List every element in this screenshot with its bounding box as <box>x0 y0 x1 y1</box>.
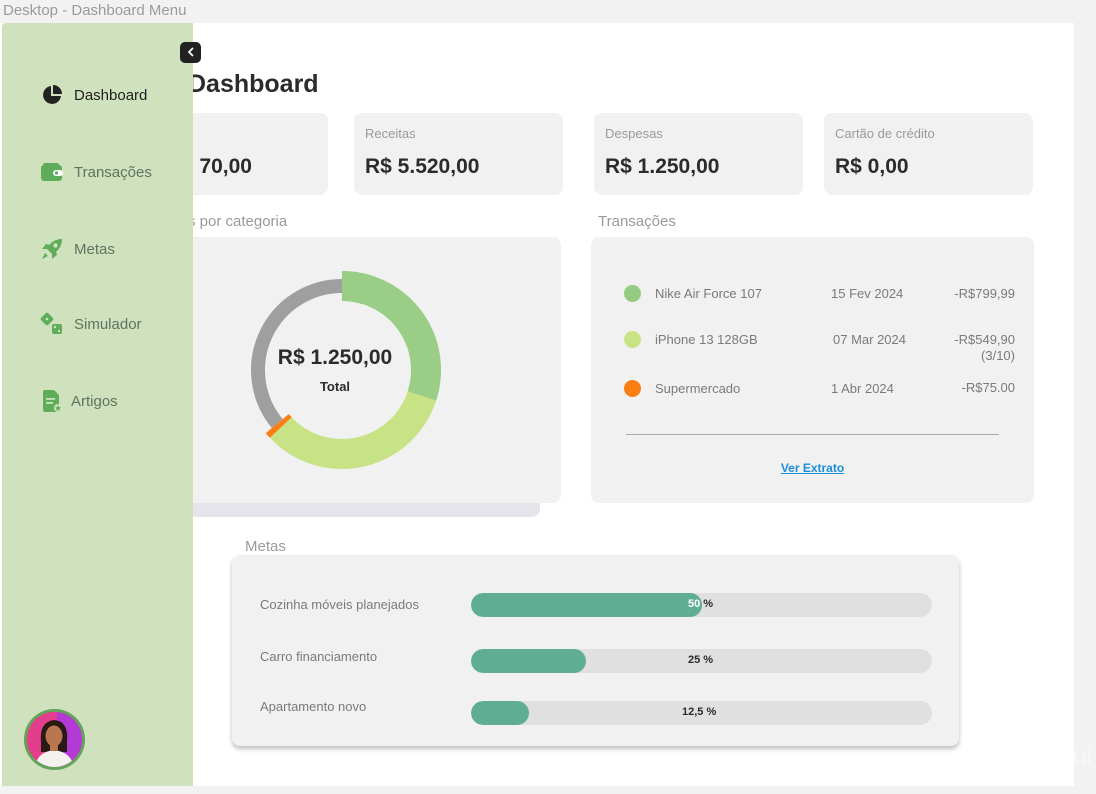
transaction-amount: -R$75.00 <box>962 380 1015 396</box>
goal-label: Carro financiamento <box>260 649 378 664</box>
summary-card-label: Despesas <box>605 126 663 141</box>
transaction-name: Nike Air Force 107 <box>655 286 762 301</box>
frame-label: Desktop - Dashboard Menu <box>3 2 187 19</box>
sidebar-item-transacoes[interactable]: Transações <box>40 158 152 186</box>
view-statement-link[interactable]: Ver Extrato <box>591 461 1034 475</box>
transaction-category-dot <box>624 331 641 348</box>
goal-progress-fill <box>471 649 587 673</box>
summary-card-value: R$ 0,00 <box>835 155 909 178</box>
donut-total-label: Total <box>319 379 351 394</box>
transaction-amount: -R$799,99 <box>954 286 1015 302</box>
goal-row[interactable]: Carro financiamento 25 % <box>232 649 959 673</box>
sidebar-item-metas[interactable]: Metas <box>40 235 115 263</box>
transaction-date: 1 Abr 2024 <box>831 381 894 396</box>
document-icon <box>40 389 64 413</box>
page-title: Dashboard <box>188 70 319 98</box>
transaction-row[interactable]: Nike Air Force 107 15 Fev 2024 -R$799,99 <box>591 285 1034 325</box>
category-donut-chart <box>251 271 441 469</box>
summary-card-label: Receitas <box>365 126 416 141</box>
goal-label: Cozinha móveis planejados <box>260 597 419 612</box>
dice-icon <box>40 312 64 336</box>
rocket-icon <box>40 237 64 261</box>
goal-percent: 25 % <box>688 654 714 666</box>
sidebar-item-simulador[interactable]: Simulador <box>40 310 142 338</box>
goal-row[interactable]: Apartamento novo 12,5 % <box>232 699 959 725</box>
sidebar-item-artigos[interactable]: Artigos <box>40 387 118 415</box>
donut-slice <box>265 413 292 438</box>
watermark: ui <box>1072 740 1093 770</box>
summary-card-label: Cartão de crédito <box>835 126 935 141</box>
goal-percent: 12,5 % <box>682 706 717 718</box>
transaction-amount: -R$549,90 (3/10) <box>954 332 1015 364</box>
sidebar-item-dashboard[interactable]: Dashboard <box>40 81 147 109</box>
summary-card-value: 70,00 <box>199 155 252 178</box>
category-section-title: s por categoria <box>188 213 288 230</box>
donut-total-value: R$ 1.250,00 <box>277 346 393 369</box>
transaction-date: 15 Fev 2024 <box>831 286 904 301</box>
transaction-installments: (3/10) <box>981 348 1015 363</box>
transaction-row[interactable]: Supermercado 1 Abr 2024 -R$75.00 <box>591 380 1034 420</box>
wallet-icon <box>40 160 64 184</box>
sidebar-item-label: Artigos <box>71 392 118 410</box>
transactions-section-title: Transações <box>598 213 676 230</box>
transaction-date: 07 Mar 2024 <box>833 332 906 347</box>
sidebar: Dashboard Transações Metas Simulador Art… <box>2 23 193 786</box>
sidebar-collapse-button[interactable] <box>180 42 201 63</box>
goal-label: Apartamento novo <box>260 699 367 714</box>
transaction-row[interactable]: iPhone 13 128GB 07 Mar 2024 -R$549,90 (3/… <box>591 331 1034 371</box>
transactions-divider <box>626 434 999 435</box>
transaction-category-dot <box>624 285 641 302</box>
transactions-panel: Nike Air Force 107 15 Fev 2024 -R$799,99… <box>591 237 1034 503</box>
goal-progress-fill <box>471 701 529 725</box>
sidebar-item-label: Metas <box>74 240 115 258</box>
goal-row[interactable]: Cozinha móveis planejados 50 % <box>232 593 959 617</box>
goal-percent: 50 % <box>688 598 714 610</box>
goals-section-title: Metas <box>245 538 286 555</box>
sidebar-item-label: Dashboard <box>74 86 148 104</box>
transaction-name: Supermercado <box>655 381 741 396</box>
summary-card-income: Receitas R$ 5.520,00 <box>354 113 563 195</box>
transaction-category-dot <box>624 380 641 397</box>
pie-chart-icon <box>40 83 64 107</box>
goal-percent-number: 50 <box>688 598 701 610</box>
goals-panel: Cozinha móveis planejados 50 % Carro fin… <box>232 555 959 746</box>
sidebar-item-label: Transações <box>74 163 152 181</box>
summary-card-credit-card: Cartão de crédito R$ 0,00 <box>824 113 1033 195</box>
summary-card-value: R$ 5.520,00 <box>365 155 480 178</box>
summary-card-expenses: Despesas R$ 1.250,00 <box>594 113 803 195</box>
transaction-amount-value: -R$75.00 <box>961 380 1015 395</box>
goal-progress-fill <box>471 593 702 617</box>
user-avatar[interactable] <box>24 709 85 770</box>
transaction-amount-value: -R$799,99 <box>954 286 1015 301</box>
sidebar-item-label: Simulador <box>74 315 142 333</box>
summary-card-value: R$ 1.250,00 <box>605 155 720 178</box>
chevron-left-icon <box>187 47 194 57</box>
donut-slice <box>269 390 437 469</box>
transaction-name: iPhone 13 128GB <box>655 332 758 347</box>
transaction-amount-value: -R$549,90 <box>954 332 1015 347</box>
